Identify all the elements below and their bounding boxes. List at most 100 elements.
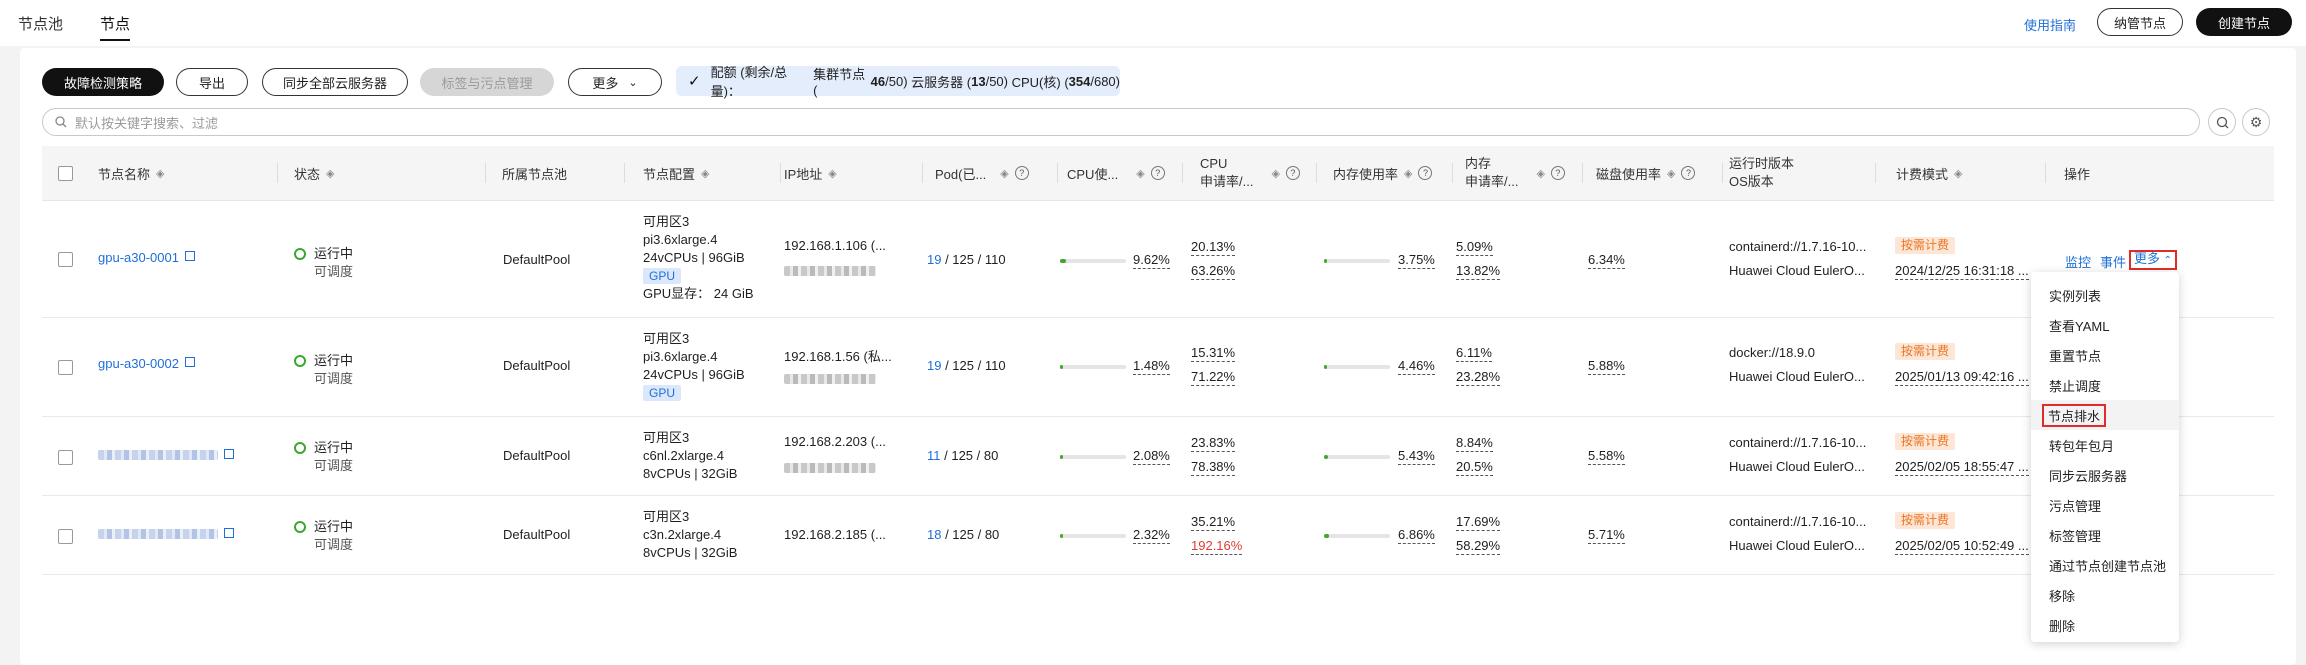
billing-tag: 按需计费 xyxy=(1895,237,1956,254)
create-node-button[interactable]: 创建节点 xyxy=(2196,8,2292,36)
menu-item-remove[interactable]: 移除 xyxy=(2031,580,2179,610)
col-name-label: 节点名称 xyxy=(98,166,151,182)
guide-link[interactable]: 使用指南 xyxy=(2024,15,2076,34)
mem-limit-value[interactable]: 13.82% xyxy=(1456,263,1501,280)
menu-item-to-yearly-monthly[interactable]: 转包年包月 xyxy=(2031,430,2179,460)
col-cpu-request[interactable]: CPU 申请率/... ◈? xyxy=(1200,146,1300,200)
col-disk[interactable]: 磁盘使用率 ◈? xyxy=(1596,146,1696,200)
fault-detection-policy-button[interactable]: 故障检测策略 xyxy=(42,68,164,96)
pod-used-link[interactable]: 19 xyxy=(927,252,941,267)
disk-usage-value[interactable]: 5.71% xyxy=(1588,527,1625,544)
manage-node-button[interactable]: 纳管节点 xyxy=(2097,8,2183,36)
menu-item-sync-ecs[interactable]: 同步云服务器 xyxy=(2031,460,2179,490)
row-checkbox[interactable] xyxy=(58,252,73,267)
col-status[interactable]: 状态 ◈ xyxy=(294,146,334,200)
mem-limit-value[interactable]: 23.28% xyxy=(1456,369,1501,386)
row-checkbox[interactable] xyxy=(58,529,73,544)
mem-limit-value[interactable]: 58.29% xyxy=(1456,538,1501,555)
cpu-request-value[interactable]: 15.31% xyxy=(1191,345,1236,362)
mem-limit-value[interactable]: 20.5% xyxy=(1456,459,1493,476)
quota-cluster-remaining: 46 xyxy=(870,73,886,89)
pod-used-link[interactable]: 19 xyxy=(927,358,941,373)
monitor-link[interactable]: 监控 xyxy=(2065,252,2091,271)
node-name-link[interactable]: gpu-a30-0002 xyxy=(98,356,195,371)
help-icon[interactable]: ? xyxy=(1681,166,1696,180)
col-billing[interactable]: 计费模式 ◈ xyxy=(1896,146,1962,200)
disk-usage-value[interactable]: 6.34% xyxy=(1588,252,1625,269)
mem-request-value[interactable]: 6.11% xyxy=(1456,345,1492,362)
node-name: gpu-a30-0001 xyxy=(98,250,179,265)
disk-usage-value[interactable]: 5.88% xyxy=(1588,358,1625,375)
mem-usage-value[interactable]: 6.86% xyxy=(1398,527,1435,544)
help-icon[interactable]: ? xyxy=(1550,166,1565,180)
cpu-usage-value[interactable]: 2.32% xyxy=(1133,527,1170,544)
col-cpu-usage[interactable]: CPU使... ◈? xyxy=(1067,146,1165,200)
cpu-limit-value-overcommit[interactable]: 192.16% xyxy=(1191,538,1243,555)
mem-request-value[interactable]: 8.84% xyxy=(1456,435,1493,452)
cpu-usage-value[interactable]: 9.62% xyxy=(1133,252,1170,269)
mem-usage-bar-fill xyxy=(1324,259,1327,263)
menu-item-delete[interactable]: 删除 xyxy=(2031,610,2179,640)
col-pod[interactable]: Pod(已... ◈? xyxy=(935,146,1029,200)
col-mem-request-label-2: 申请率/... xyxy=(1465,174,1519,189)
node-name-redacted xyxy=(98,450,218,460)
menu-item-drain-node[interactable]: 节点排水 xyxy=(2031,400,2179,430)
search-input[interactable]: 默认按关键字搜索、过滤 xyxy=(42,108,2200,136)
select-all-checkbox[interactable] xyxy=(58,166,73,181)
settings-button[interactable]: ⚙ xyxy=(2242,108,2270,136)
mem-request-value[interactable]: 5.09% xyxy=(1456,239,1493,256)
menu-item-create-pool-from-node[interactable]: 通过节点创建节点池 xyxy=(2031,550,2179,580)
pod-used-link[interactable]: 11 xyxy=(927,448,941,463)
node-name-link[interactable]: gpu-a30-0001 xyxy=(98,250,195,265)
export-button[interactable]: 导出 xyxy=(176,68,248,96)
disk-usage-value[interactable]: 5.58% xyxy=(1588,448,1625,465)
col-name[interactable]: 节点名称 ◈ xyxy=(98,146,164,200)
toolbar-more-button[interactable]: 更多 ⌄ xyxy=(568,68,662,96)
pod-used-link[interactable]: 18 xyxy=(927,527,941,542)
ip-address: 192.168.1.56 (私... xyxy=(784,349,892,364)
cpu-usage-value[interactable]: 2.08% xyxy=(1133,448,1170,465)
cpu-request-value[interactable]: 35.21% xyxy=(1191,514,1236,531)
labels-taints-button[interactable]: 标签与污点管理 xyxy=(420,68,554,96)
row-more-button[interactable]: 更多 ⌃ xyxy=(2129,250,2178,270)
mem-usage-value[interactable]: 3.75% xyxy=(1398,252,1435,269)
col-ip[interactable]: IP地址 ◈ xyxy=(784,146,837,200)
menu-item-label: 标签管理 xyxy=(2049,528,2102,544)
tab-nodes[interactable]: 节点 xyxy=(100,13,131,41)
col-mem-request[interactable]: 内存 申请率/... ◈? xyxy=(1465,146,1565,200)
events-link[interactable]: 事件 xyxy=(2100,252,2126,271)
help-icon[interactable]: ? xyxy=(1418,166,1433,180)
node-name-link[interactable] xyxy=(98,448,234,463)
menu-item-instance-list[interactable]: 实例列表 xyxy=(2031,280,2179,310)
tab-node-pool[interactable]: 节点池 xyxy=(18,13,63,34)
cpu-request-value[interactable]: 20.13% xyxy=(1191,239,1236,256)
schedulable-text: 可调度 xyxy=(314,537,354,552)
sync-all-ecs-button[interactable]: 同步全部云服务器 xyxy=(262,68,408,96)
mem-request-value[interactable]: 17.69% xyxy=(1456,514,1501,531)
quota-cluster-label: 集群节点 ( xyxy=(813,67,866,98)
menu-item-label: 实例列表 xyxy=(2049,288,2102,304)
mem-usage-value[interactable]: 5.43% xyxy=(1398,448,1435,465)
refresh-button[interactable] xyxy=(2208,108,2236,136)
node-name-link[interactable] xyxy=(98,527,234,542)
menu-item-disable-scheduling[interactable]: 禁止调度 xyxy=(2031,370,2179,400)
menu-item-label-management[interactable]: 标签管理 xyxy=(2031,520,2179,550)
mem-usage-value[interactable]: 4.46% xyxy=(1398,358,1435,375)
menu-item-taint-management[interactable]: 污点管理 xyxy=(2031,490,2179,520)
help-icon[interactable]: ? xyxy=(1150,166,1165,180)
cpu-limit-value[interactable]: 63.26% xyxy=(1191,263,1236,280)
row-checkbox[interactable] xyxy=(58,450,73,465)
row-checkbox[interactable] xyxy=(58,360,73,375)
pod-capacity: / 125 / 110 xyxy=(941,358,1006,373)
quota-ecs-total: /50) xyxy=(985,73,1008,89)
help-icon[interactable]: ? xyxy=(1285,166,1300,180)
col-mem-usage[interactable]: 内存使用率 ◈? xyxy=(1333,146,1433,200)
help-icon[interactable]: ? xyxy=(1014,166,1029,180)
cpu-limit-value[interactable]: 71.22% xyxy=(1191,369,1236,386)
menu-item-view-yaml[interactable]: 查看YAML xyxy=(2031,310,2179,340)
menu-item-reset-node[interactable]: 重置节点 xyxy=(2031,340,2179,370)
col-config[interactable]: 节点配置 ◈ xyxy=(643,146,709,200)
cpu-limit-value[interactable]: 78.38% xyxy=(1191,459,1236,476)
cpu-request-value[interactable]: 23.83% xyxy=(1191,435,1236,452)
cpu-usage-value[interactable]: 1.48% xyxy=(1133,358,1170,375)
